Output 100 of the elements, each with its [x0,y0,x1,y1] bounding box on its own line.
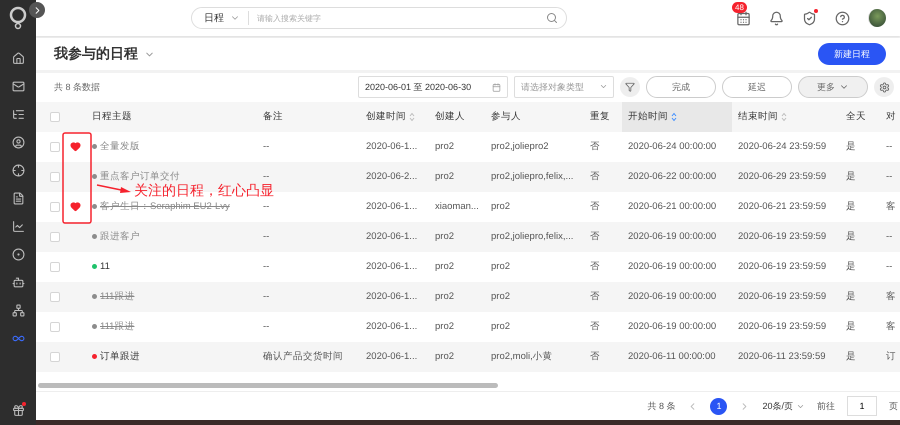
home-icon[interactable] [12,52,24,64]
table-cell: 2020-06-1... [366,231,418,242]
search-field[interactable]: 日程 请输入搜索关键字 [191,7,567,29]
gift-icon[interactable] [12,404,24,417]
table-cell: 订 [886,350,896,364]
scope-select[interactable]: 日程 [204,11,249,25]
checkbox[interactable] [50,112,60,122]
table-cell: 是 [846,320,856,334]
document-icon[interactable] [12,192,24,204]
list-icon[interactable] [12,108,24,120]
table-cell: 2020-06-11 00:00:00 [628,351,716,362]
table-cell: 否 [590,260,600,274]
column-header: 参与人 [490,110,522,124]
checkbox[interactable] [50,292,60,302]
table-cell: pro2,joliepro,felix,... [491,231,574,242]
checkbox[interactable] [50,322,60,332]
column-header[interactable]: 结束时间 [732,102,840,132]
table-cell: -- [263,141,270,152]
column-header: 重复 [589,110,611,124]
table-cell: 否 [590,230,600,244]
column-header[interactable]: 创建时间 [360,102,429,132]
column-header[interactable]: 开始时间 [622,102,732,132]
calendar-icon[interactable] [736,10,751,26]
sort-icon[interactable] [671,112,677,122]
object-type-select[interactable]: 请选择对象类型 [514,76,614,98]
table-cell: pro2,joliepro,felix,... [491,171,574,182]
table-cell: 是 [846,170,856,184]
table-cell: 2020-06-1... [366,141,418,152]
checkbox[interactable] [50,262,60,272]
filter-icon[interactable] [625,82,635,92]
table-cell: 全量发版 [100,140,140,154]
table-cell: 确认产品交货时间 [263,350,343,364]
page-size-select[interactable]: 20条/页 [762,400,805,413]
table-cell: 2020-06-21 23:59:59 [738,201,826,212]
robot-icon[interactable] [12,276,24,288]
search-icon[interactable] [546,12,558,24]
checkbox[interactable] [50,232,60,242]
more-button[interactable]: 更多 [798,76,868,98]
mail-icon[interactable] [12,80,24,92]
table-cell: 否 [590,350,600,364]
action-button[interactable]: 延迟 [722,76,792,98]
shield-icon[interactable] [802,10,817,26]
table-cell: 2020-06-1... [366,291,418,302]
table-cell: 2020-06-1... [366,321,418,332]
table-cell: 是 [846,200,856,214]
action-button[interactable]: 完成 [646,76,716,98]
goto-field[interactable]: 1 [847,396,877,416]
checkbox[interactable] [50,352,60,362]
page-title: 我参与的日程 [54,45,138,63]
heart-icon[interactable] [70,201,81,212]
table-cell: 111跟进 [100,320,134,334]
checkbox[interactable] [50,202,60,212]
table-cell: -- [886,141,892,152]
table-cell: pro2 [435,261,454,272]
table-cell: 客 [886,320,896,334]
table-cell: 11 [100,261,110,272]
table-cell: pro2 [491,321,510,332]
page-number[interactable]: 1 [710,398,728,415]
column-header: 创建人 [434,110,466,124]
total-count: 共 8 条 [647,400,676,413]
bell-icon[interactable] [769,10,784,26]
calendar-icon[interactable] [492,82,501,92]
settings-icon[interactable] [878,82,890,93]
table-cell: 2020-06-21 00:00:00 [628,201,716,212]
table-cell: 2020-06-19 00:00:00 [628,291,716,302]
filter-button[interactable] [620,77,640,98]
scrollbar[interactable] [38,383,498,388]
table-cell: pro2 [491,261,510,272]
user-icon[interactable] [12,136,24,148]
help-icon[interactable] [835,10,850,26]
table-cell: pro2 [435,231,454,242]
annotation-arrow [96,184,132,194]
crosshair-icon[interactable] [12,164,24,176]
table-cell: 否 [590,200,600,214]
column-header: 对 [885,110,897,124]
date-range-field[interactable]: 2020-06-01 至 2020-06-30 [358,76,508,98]
table-cell: 2020-06-11 23:59:59 [738,351,826,362]
record-count: 共 8 条数据 [54,80,100,94]
table-cell: 2020-06-19 00:00:00 [628,261,716,272]
checkbox[interactable] [50,172,60,182]
heart-icon[interactable] [70,141,81,152]
table-cell: pro2 [435,171,454,182]
table-cell: -- [886,261,892,272]
circle-icon[interactable] [12,248,24,260]
table-cell: 2020-06-1... [366,351,418,362]
new-schedule-button[interactable]: 新建日程 [818,43,886,65]
avatar[interactable] [868,9,886,27]
hierarchy-icon[interactable] [12,304,24,316]
table-cell: pro2 [435,351,454,362]
table-cell: 客 [886,200,896,214]
settings-button[interactable] [874,77,894,98]
table-cell: pro2,moli,小黄 [491,350,553,364]
table-cell: -- [263,231,270,242]
chart-icon[interactable] [12,220,24,232]
checkbox[interactable] [50,142,60,152]
table-cell: 否 [590,140,600,154]
notification-badge: 48 [732,2,747,13]
table-cell: -- [263,171,270,182]
column-header: 日程主题 [91,110,133,124]
table-cell: 订单跟进 [100,350,140,364]
